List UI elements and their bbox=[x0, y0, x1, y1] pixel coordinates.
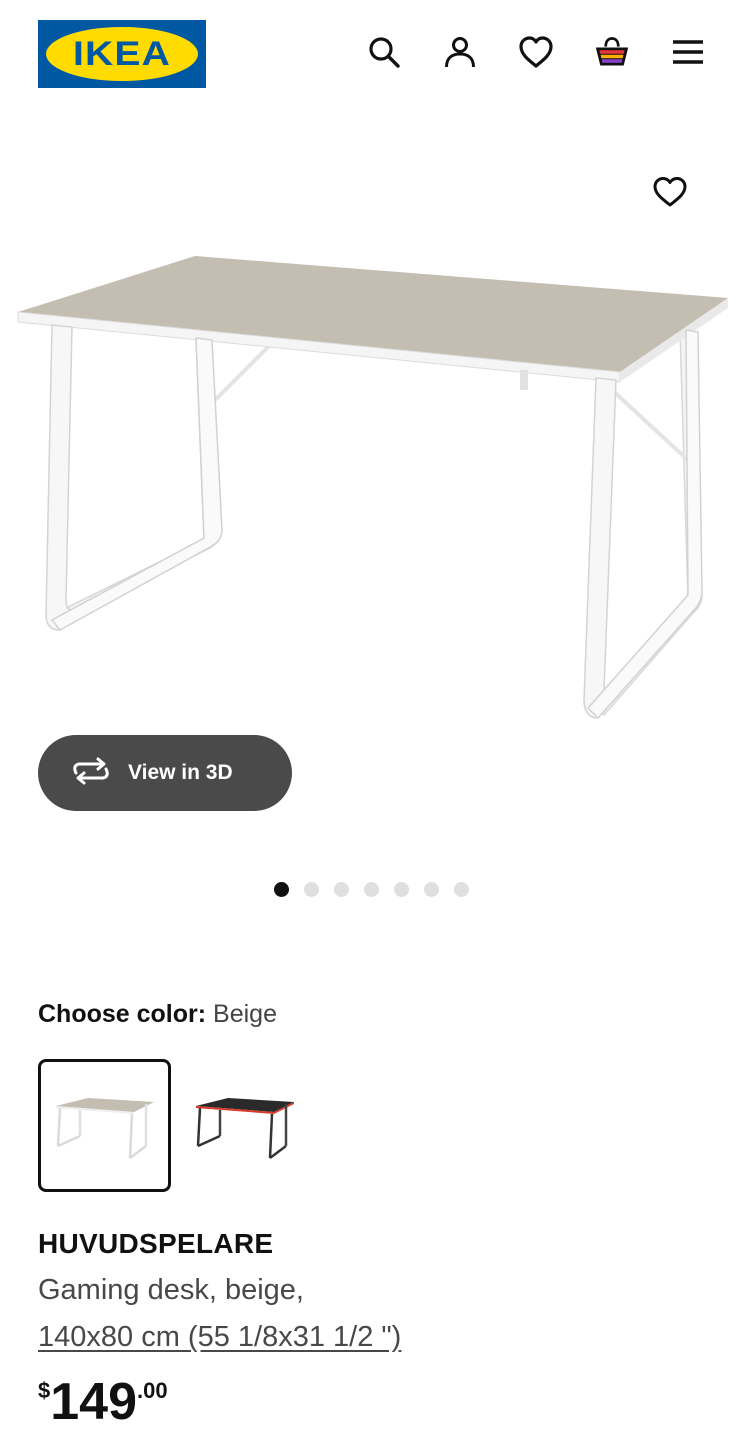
price-currency: $ bbox=[38, 1378, 51, 1403]
price-decimal: .00 bbox=[137, 1378, 168, 1403]
carousel-dot[interactable] bbox=[274, 882, 289, 897]
carousel-dot[interactable] bbox=[394, 882, 409, 897]
view-in-3d-label: View in 3D bbox=[128, 761, 233, 784]
view-in-3d-button[interactable]: View in 3D bbox=[38, 735, 292, 811]
menu-icon[interactable] bbox=[670, 34, 706, 70]
carousel-dot[interactable] bbox=[364, 882, 379, 897]
search-icon[interactable] bbox=[366, 34, 402, 70]
logo-registered-mark: ® bbox=[184, 32, 192, 41]
shopping-bag-icon[interactable] bbox=[594, 34, 630, 70]
color-choice-value: Beige bbox=[213, 1000, 277, 1028]
account-icon[interactable] bbox=[442, 34, 478, 70]
color-choice-label: Choose color: bbox=[38, 1000, 207, 1028]
product-dimensions-link[interactable]: 140x80 cm (55 1/8x31 1/2 ") bbox=[38, 1321, 401, 1354]
add-to-favorites-icon[interactable] bbox=[648, 170, 692, 214]
color-choice: Choose color: Beige bbox=[38, 1000, 277, 1029]
carousel-dot[interactable] bbox=[424, 882, 439, 897]
ikea-logo[interactable]: IKEA ® bbox=[38, 20, 206, 88]
product-image[interactable] bbox=[0, 150, 745, 750]
product-price: $ 149 .00 bbox=[38, 1372, 168, 1432]
carousel-dot[interactable] bbox=[334, 882, 349, 897]
product-description: Gaming desk, beige, bbox=[38, 1274, 304, 1306]
price-integer: 149 bbox=[50, 1373, 138, 1431]
favorites-icon[interactable] bbox=[518, 34, 554, 70]
product-name: HUVUDSPELARE bbox=[38, 1228, 274, 1259]
header: IKEA ® bbox=[0, 0, 745, 110]
color-swatch-beige[interactable] bbox=[38, 1059, 171, 1192]
image-carousel-dots bbox=[274, 882, 469, 897]
carousel-dot[interactable] bbox=[454, 882, 469, 897]
logo-text: IKEA bbox=[72, 34, 172, 73]
color-swatch-black-red[interactable] bbox=[178, 1059, 311, 1192]
carousel-dot[interactable] bbox=[304, 882, 319, 897]
rotate-3d-icon bbox=[70, 757, 112, 790]
